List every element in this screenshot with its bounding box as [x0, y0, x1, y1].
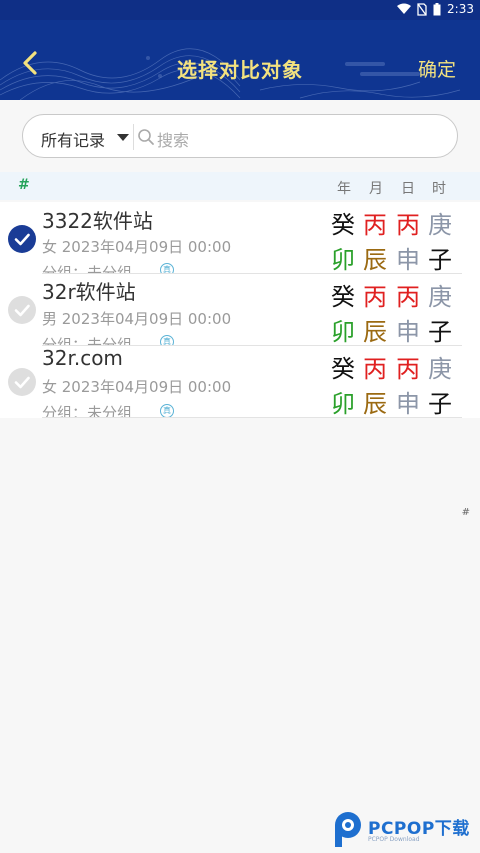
year-branch: 卯 [331, 390, 355, 418]
pcpop-logo-icon [335, 812, 361, 847]
wifi-icon [397, 3, 412, 14]
pcpop-watermark: PCPOP下载 PCPOP Download [332, 808, 480, 853]
record-name: 32r.com [42, 346, 123, 370]
year-branch: 卯 [331, 318, 355, 346]
unchecked-circle-icon[interactable] [8, 296, 36, 324]
day-stem: 丙 [396, 283, 420, 311]
record-row[interactable]: 3322软件站 女 2023年04月09日 00:00 分组：未分组 真 癸 丙… [0, 202, 480, 274]
confirm-button[interactable]: 确定 [418, 55, 456, 82]
month-branch: 辰 [363, 318, 387, 346]
day-branch: 申 [396, 246, 420, 274]
battery-icon [433, 2, 441, 15]
month-stem: 丙 [363, 283, 387, 311]
chevron-down-icon[interactable] [117, 134, 129, 141]
watermark-sub: PCPOP Download [368, 836, 420, 843]
day-stem: 丙 [396, 355, 420, 383]
day-branch: 申 [396, 390, 420, 418]
row-divider [42, 417, 462, 418]
record-name: 3322软件站 [42, 209, 153, 233]
day-branch: 申 [396, 318, 420, 346]
column-day: 日 [401, 181, 415, 197]
hour-stem: 庚 [428, 211, 452, 239]
year-stem: 癸 [331, 283, 355, 311]
record-group: 分组：未分组 [42, 404, 133, 418]
month-stem: 丙 [363, 355, 387, 383]
page-title: 选择对比对象 [177, 58, 303, 82]
search-input[interactable]: 搜索 [157, 127, 189, 151]
record-row[interactable]: 32r.com 女 2023年04月09日 00:00 分组：未分组 真 癸 丙… [0, 346, 480, 418]
month-branch: 辰 [363, 246, 387, 274]
day-stem: 丙 [396, 211, 420, 239]
side-index-letter[interactable]: # [462, 507, 470, 518]
hour-stem: 庚 [428, 283, 452, 311]
record-row[interactable]: 32r软件站 男 2023年04月09日 00:00 分组：未分组 真 癸 丙 … [0, 274, 480, 346]
unchecked-circle-icon[interactable] [8, 368, 36, 396]
search-icon [138, 129, 154, 145]
search-bar: 所有记录 搜索 [22, 114, 458, 158]
record-info: 女 2023年04月09日 00:00 [42, 238, 232, 256]
no-sim-icon [417, 2, 427, 16]
search-divider [133, 124, 134, 150]
status-bar: 2:33 [0, 0, 480, 20]
month-branch: 辰 [363, 390, 387, 418]
column-hour: 时 [432, 181, 446, 197]
status-time: 2:33 [447, 2, 474, 16]
hour-branch: 子 [428, 318, 452, 346]
record-info: 女 2023年04月09日 00:00 [42, 378, 232, 396]
record-info: 男 2023年04月09日 00:00 [42, 310, 232, 328]
year-branch: 卯 [331, 246, 355, 274]
hour-branch: 子 [428, 390, 452, 418]
year-stem: 癸 [331, 355, 355, 383]
index-header: # 年 月 日 时 [0, 172, 480, 200]
record-name: 32r软件站 [42, 280, 136, 304]
index-letter: # [18, 177, 30, 193]
true-time-badge: 真 [160, 404, 174, 418]
month-stem: 丙 [363, 211, 387, 239]
hour-stem: 庚 [428, 355, 452, 383]
app-header: 选择对比对象 确定 [0, 20, 480, 100]
hour-branch: 子 [428, 246, 452, 274]
column-year: 年 [337, 181, 351, 197]
year-stem: 癸 [331, 211, 355, 239]
column-month: 月 [369, 181, 383, 197]
record-filter-dropdown[interactable]: 所有记录 [41, 127, 105, 151]
checked-circle-icon[interactable] [8, 225, 36, 253]
